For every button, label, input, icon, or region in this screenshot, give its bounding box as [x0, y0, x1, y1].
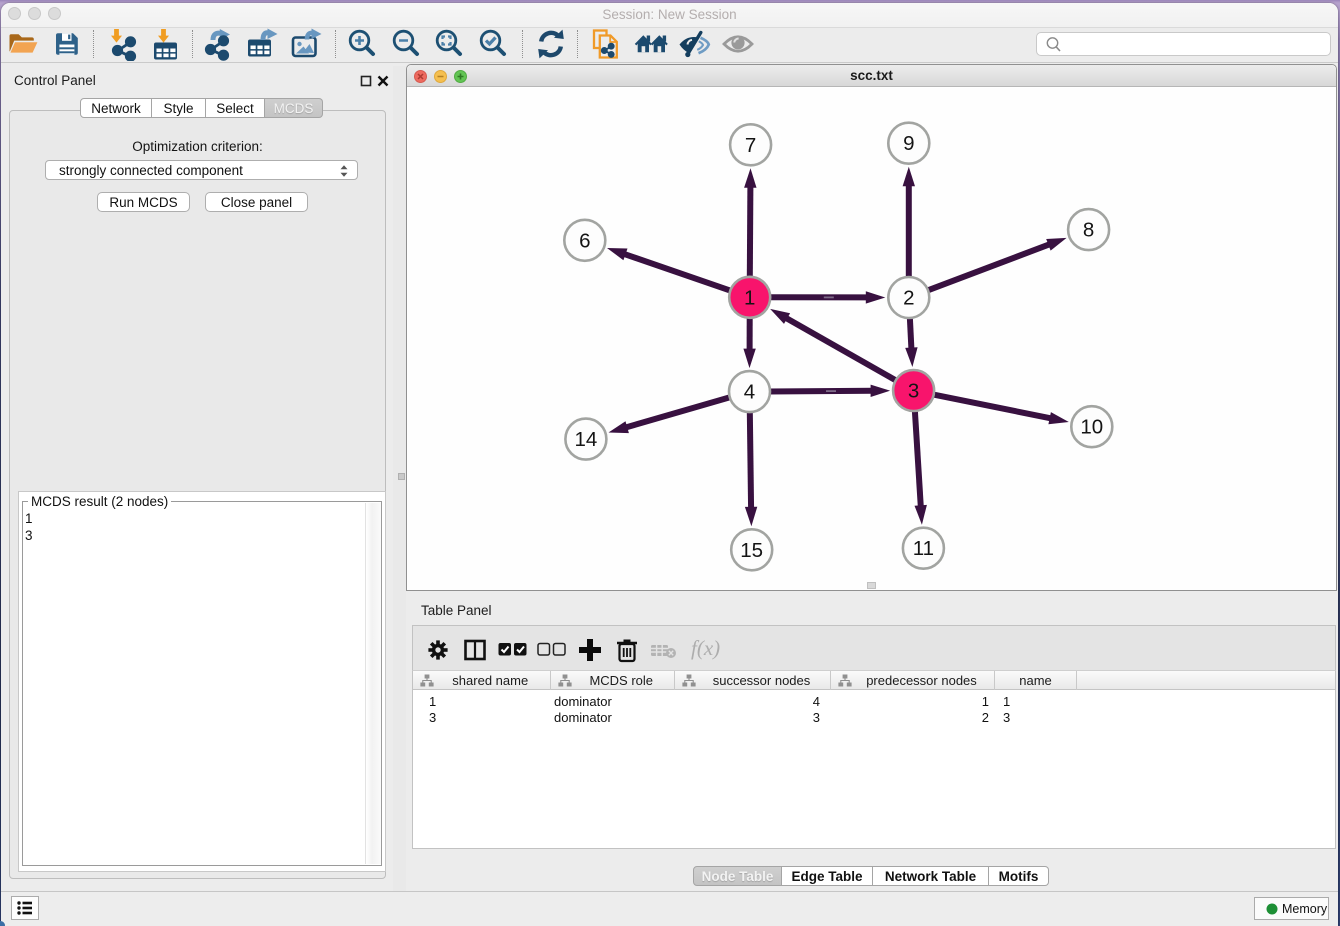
- svg-text:11: 11: [913, 537, 934, 560]
- svg-text:6: 6: [579, 229, 590, 252]
- svg-text:15: 15: [740, 539, 763, 562]
- svg-text:7: 7: [745, 134, 756, 157]
- svg-text:14: 14: [574, 428, 597, 451]
- svg-text:8: 8: [1083, 219, 1094, 242]
- svg-text:9: 9: [903, 132, 914, 155]
- svg-text:4: 4: [744, 381, 755, 404]
- svg-text:3: 3: [908, 380, 919, 403]
- svg-text:10: 10: [1080, 416, 1103, 439]
- svg-text:1: 1: [744, 286, 755, 309]
- svg-text:2: 2: [903, 287, 914, 310]
